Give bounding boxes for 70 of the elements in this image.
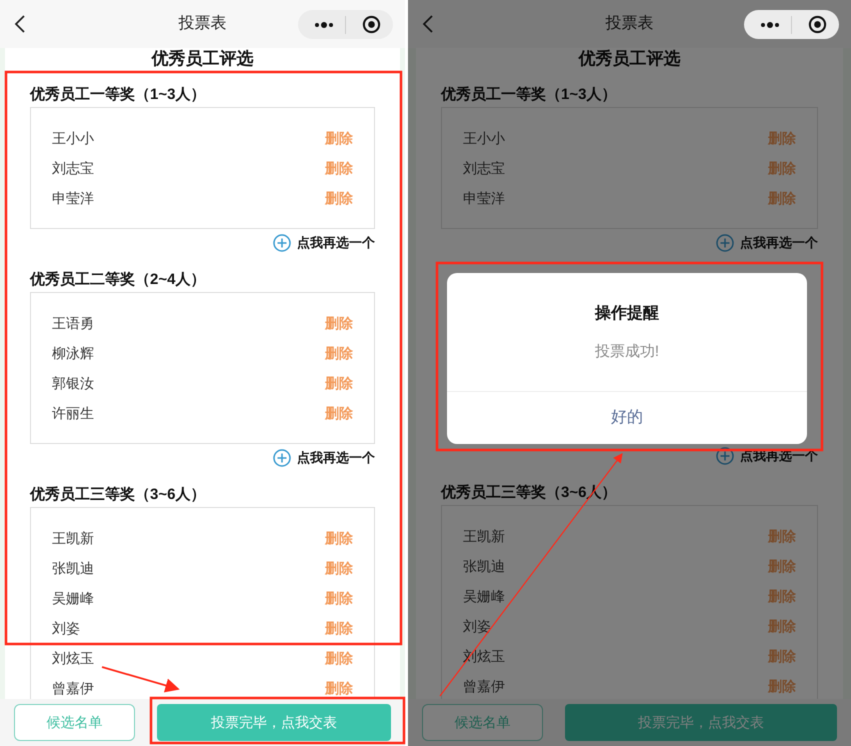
delete-link[interactable]: 删除 xyxy=(325,128,353,148)
candidate-name: 刘志宝 xyxy=(52,158,94,178)
delete-link[interactable]: 删除 xyxy=(325,312,353,334)
group-heading: 优秀员工一等奖（1~3人） xyxy=(30,85,206,105)
submit-button[interactable]: 投票完毕，点我交表 xyxy=(565,704,837,741)
delete-link[interactable]: 删除 xyxy=(325,678,353,698)
candidate-name: 刘志宝 xyxy=(463,158,505,178)
delete-link[interactable]: 删除 xyxy=(325,618,353,638)
candidate-name: 吴姗峰 xyxy=(463,586,505,606)
more-icon[interactable] xyxy=(760,22,780,28)
delete-link[interactable]: 删除 xyxy=(768,676,796,696)
candidate-name: 刘姿 xyxy=(52,618,80,638)
candidate-list-button[interactable]: 候选名单 xyxy=(14,704,135,741)
candidate-name: 柳泳辉 xyxy=(52,344,94,362)
form-title: 优秀员工评选 xyxy=(150,48,254,70)
candidate-name: 刘炫玉 xyxy=(52,648,94,668)
candidate-name: 王小小 xyxy=(463,128,505,148)
add-more-link[interactable]: 点我再选一个 xyxy=(740,233,818,253)
delete-link[interactable]: 删除 xyxy=(768,188,796,208)
group-heading: 优秀员工一等奖（1~3人） xyxy=(441,85,618,105)
candidate-name: 申莹洋 xyxy=(463,188,505,208)
add-more-link[interactable]: 点我再选一个 xyxy=(297,233,375,253)
candidate-name: 吴姗峰 xyxy=(52,588,94,608)
candidate-list-button[interactable]: 候选名单 xyxy=(422,704,543,741)
candidate-name: 王凯新 xyxy=(463,526,505,546)
capsule-menu[interactable] xyxy=(298,10,393,39)
delete-link[interactable]: 删除 xyxy=(325,342,353,364)
group-heading: 优秀员工三等奖（3~6人） xyxy=(30,485,206,505)
delete-link[interactable]: 删除 xyxy=(325,188,353,208)
add-more-link[interactable]: 点我再选一个 xyxy=(297,448,375,468)
candidate-name: 郭银汝 xyxy=(52,374,94,392)
delete-link[interactable]: 删除 xyxy=(768,556,796,576)
dialog-title: 操作提醒 xyxy=(594,304,660,324)
delete-link[interactable]: 删除 xyxy=(325,402,353,424)
plus-circle-icon[interactable] xyxy=(273,234,291,252)
candidate-name: 张凯迪 xyxy=(52,558,94,578)
back-icon[interactable] xyxy=(14,15,26,33)
candidate-name: 曾嘉伊 xyxy=(463,676,505,696)
plus-circle-icon[interactable] xyxy=(273,449,291,467)
delete-link[interactable]: 删除 xyxy=(768,646,796,666)
ok-button[interactable]: 好的 xyxy=(447,392,807,444)
close-target-icon[interactable] xyxy=(808,15,827,34)
page-title: 投票表 xyxy=(606,14,654,34)
delete-link[interactable]: 删除 xyxy=(325,528,353,548)
delete-link[interactable]: 删除 xyxy=(768,128,796,148)
delete-link[interactable]: 删除 xyxy=(325,158,353,178)
candidate-name: 王语勇 xyxy=(52,314,94,332)
group-heading: 优秀员工二等奖（2~4人） xyxy=(30,270,206,290)
form-title: 优秀员工评选 xyxy=(577,48,682,70)
more-icon[interactable] xyxy=(314,22,334,28)
capsule-menu[interactable] xyxy=(744,10,839,39)
delete-link[interactable]: 删除 xyxy=(768,158,796,178)
delete-link[interactable]: 删除 xyxy=(768,586,796,606)
page-title: 投票表 xyxy=(178,14,226,34)
delete-link[interactable]: 删除 xyxy=(325,372,353,394)
candidate-name: 王凯新 xyxy=(52,528,94,548)
candidate-name: 王小小 xyxy=(52,128,94,148)
close-target-icon[interactable] xyxy=(362,15,381,34)
candidate-name: 曾嘉伊 xyxy=(52,678,94,698)
delete-link[interactable]: 删除 xyxy=(768,616,796,636)
delete-link[interactable]: 删除 xyxy=(325,588,353,608)
delete-link[interactable]: 删除 xyxy=(325,648,353,668)
candidate-name: 许丽生 xyxy=(52,404,94,422)
candidate-name: 刘姿 xyxy=(463,616,491,636)
delete-link[interactable]: 删除 xyxy=(325,558,353,578)
candidate-name: 申莹洋 xyxy=(52,188,94,208)
dialog-message: 投票成功! xyxy=(594,342,660,362)
candidate-name: 张凯迪 xyxy=(463,556,505,576)
submit-button[interactable]: 投票完毕，点我交表 xyxy=(157,704,391,741)
delete-link[interactable]: 删除 xyxy=(768,526,796,546)
